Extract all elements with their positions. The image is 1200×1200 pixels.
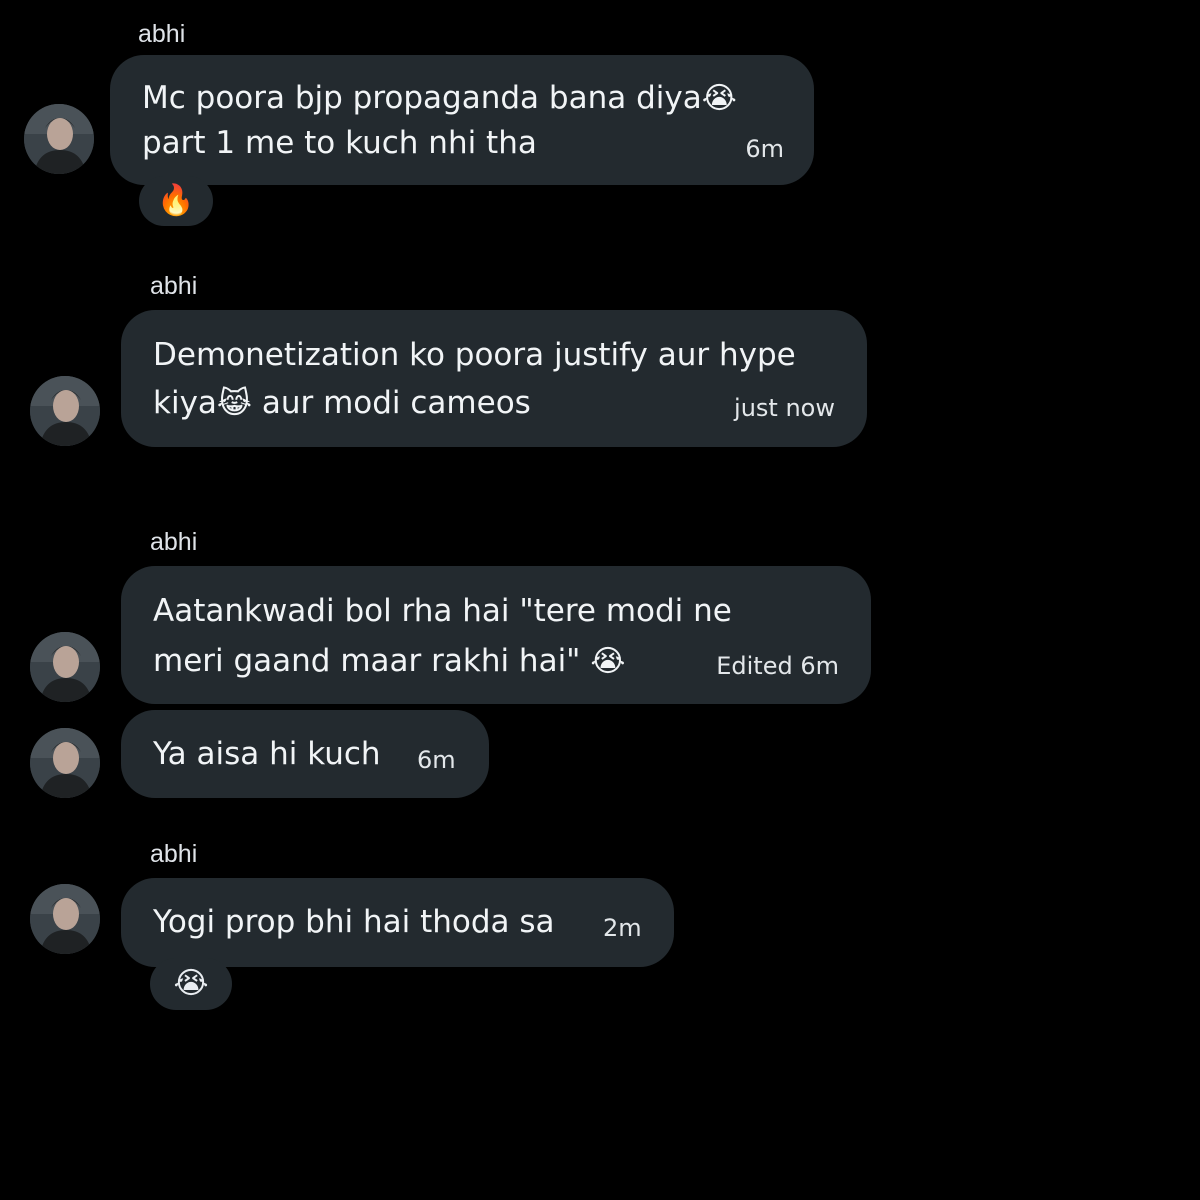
avatar[interactable]	[30, 884, 100, 954]
message-text: Ya aisa hi kuch	[153, 736, 381, 772]
message-bubble[interactable]: Demonetization ko poora justify aur hype…	[121, 310, 867, 447]
message-text-line1: Aatankwadi bol rha hai "tere modi ne	[153, 593, 732, 629]
message-bubble[interactable]: Aatankwadi bol rha hai "tere modi ne mer…	[121, 566, 871, 704]
message-timestamp: 6m	[417, 746, 456, 774]
avatar-portrait-icon	[24, 104, 94, 174]
message-text-line2: meri gaand maar rakhi hai" 😭	[153, 643, 626, 679]
message-text-line1: Demonetization ko poora justify aur hype	[153, 337, 796, 373]
sender-name: abhi	[138, 20, 186, 48]
message-text-line2: part 1 me to kuch nhi tha	[142, 125, 537, 161]
cat-tears-of-joy-icon: 😹	[216, 386, 252, 421]
reaction-badge[interactable]: 🔥	[139, 176, 213, 226]
loudly-crying-icon: 😭	[701, 81, 737, 116]
fire-icon: 🔥	[157, 183, 195, 218]
reaction-badge[interactable]: 😭	[150, 958, 232, 1010]
message-timestamp: just now	[734, 394, 835, 422]
message-text-line1: Mc poora bjp propaganda bana diya😭	[142, 80, 737, 116]
message-timestamp: 6m	[745, 135, 784, 163]
message-bubble[interactable]: Ya aisa hi kuch 6m	[121, 710, 489, 798]
avatar[interactable]	[30, 632, 100, 702]
loudly-crying-icon: 😭	[590, 644, 626, 679]
sender-name: abhi	[150, 528, 198, 556]
avatar-portrait-icon	[30, 632, 100, 702]
message-bubble[interactable]: Mc poora bjp propaganda bana diya😭 part …	[110, 55, 814, 185]
sender-name: abhi	[150, 840, 198, 868]
message-text-line2: kiya😹 aur modi cameos	[153, 385, 531, 421]
sender-name: abhi	[150, 272, 198, 300]
message-timestamp: Edited 6m	[716, 652, 839, 680]
avatar[interactable]	[30, 728, 100, 798]
message-text: Yogi prop bhi hai thoda sa	[153, 904, 555, 940]
avatar[interactable]	[24, 104, 94, 174]
message-timestamp: 2m	[603, 914, 642, 942]
avatar-portrait-icon	[30, 376, 100, 446]
avatar-portrait-icon	[30, 884, 100, 954]
avatar[interactable]	[30, 376, 100, 446]
message-bubble[interactable]: Yogi prop bhi hai thoda sa 2m	[121, 878, 674, 967]
loudly-crying-icon: 😭	[173, 966, 209, 1001]
avatar-portrait-icon	[30, 728, 100, 798]
